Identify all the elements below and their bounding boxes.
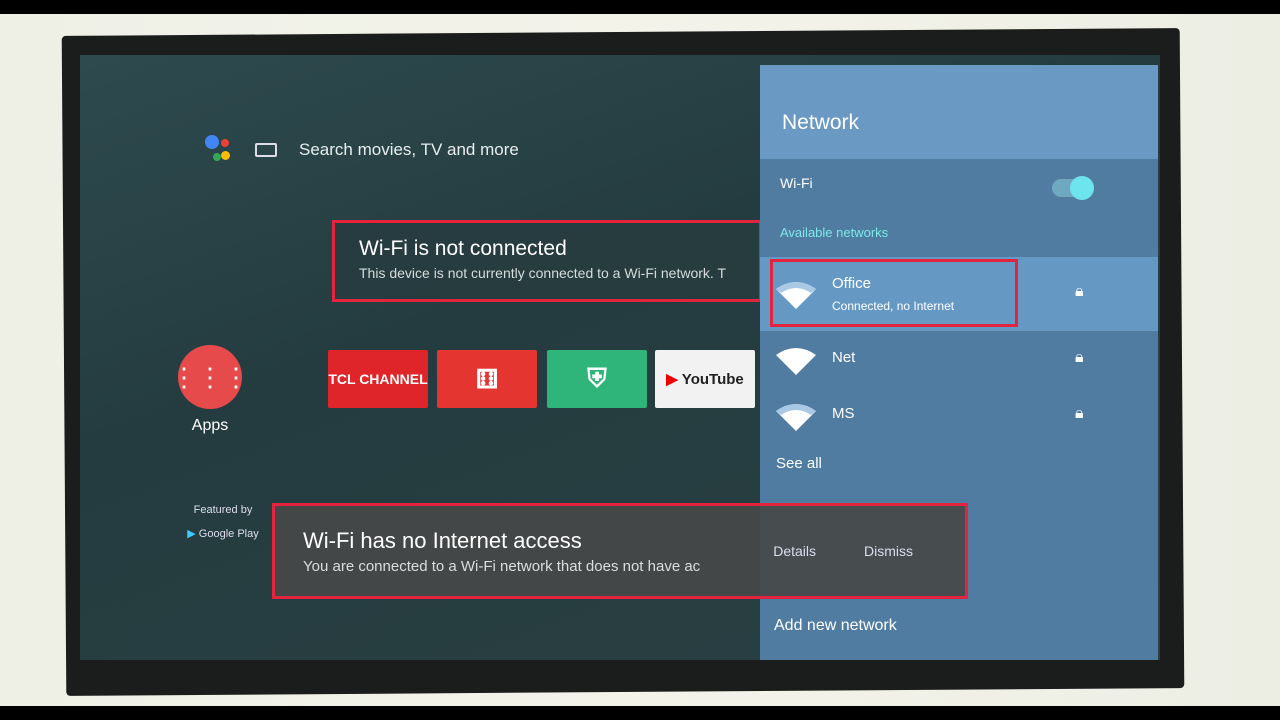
lock-icon: 🔒︎ [1075, 349, 1084, 366]
game-cube-tile[interactable]: ⚅ [437, 350, 537, 408]
network-item-net[interactable]: Net 🔒︎ [760, 335, 1158, 389]
add-new-network-button[interactable]: Add new network [760, 617, 1158, 635]
wifi-signal-icon [776, 348, 816, 375]
network-name: Office [832, 275, 871, 292]
wifi-no-internet-toast: Wi-Fi has no Internet access You are con… [272, 503, 968, 599]
lock-icon: 🔒︎ [1075, 405, 1084, 422]
panel-title: Network [760, 65, 1158, 159]
dismiss-button[interactable]: Dismiss [864, 543, 913, 559]
wifi-signal-icon [776, 404, 816, 431]
available-networks-header: Available networks [780, 225, 889, 240]
youtube-tile[interactable]: ▶ YouTube [655, 350, 755, 408]
featured-by-google-play: Featured by ▶ Google Play [168, 498, 278, 546]
wifi-label: Wi-Fi [780, 175, 813, 191]
apps-button[interactable]: ⋮⋮⋮ Apps [171, 345, 249, 435]
network-item-ms[interactable]: MS 🔒︎ [760, 391, 1158, 445]
search-placeholder: Search movies, TV and more [299, 140, 519, 159]
toast-message: This device is not currently connected t… [359, 265, 726, 281]
details-button[interactable]: Details [773, 543, 816, 559]
network-name: MS [832, 405, 855, 422]
network-status: Connected, no Internet [832, 299, 955, 313]
network-name: Net [832, 349, 856, 366]
youtube-play-icon: ▶ [666, 371, 678, 388]
wifi-signal-icon [776, 282, 816, 309]
search-bar[interactable]: Search movies, TV and more [205, 135, 519, 165]
network-item-office[interactable]: Office Connected, no Internet 🔒︎ [760, 257, 1158, 331]
wifi-not-connected-toast: Wi-Fi is not connected This device is no… [332, 220, 762, 302]
google-play-label: Google Play [198, 528, 259, 540]
wifi-toggle-row[interactable]: Wi-Fi [760, 175, 1158, 191]
tcl-channel-tile[interactable]: TCL CHANNEL [328, 350, 428, 408]
toast-title: Wi-Fi is not connected [359, 237, 567, 260]
toast-title: Wi-Fi has no Internet access [303, 527, 582, 553]
see-all-button[interactable]: See all [760, 455, 1158, 472]
google-assistant-icon[interactable] [205, 135, 233, 165]
lock-icon: 🔒︎ [1075, 283, 1084, 300]
featured-by-label: Featured by [193, 504, 253, 516]
wifi-toggle[interactable] [1052, 176, 1094, 200]
youtube-label: YouTube [681, 370, 744, 388]
apps-label: Apps [191, 417, 229, 434]
toast-message: You are connected to a Wi-Fi network tha… [303, 557, 701, 575]
keyboard-icon[interactable] [255, 143, 277, 157]
google-play-icon: ▶ [187, 528, 196, 540]
apps-grid-icon: ⋮⋮⋮ [171, 345, 249, 409]
security-shield-tile[interactable]: ⛨ [547, 350, 647, 408]
tv-screen: Search movies, TV and more Wi-Fi is not … [80, 55, 1160, 660]
